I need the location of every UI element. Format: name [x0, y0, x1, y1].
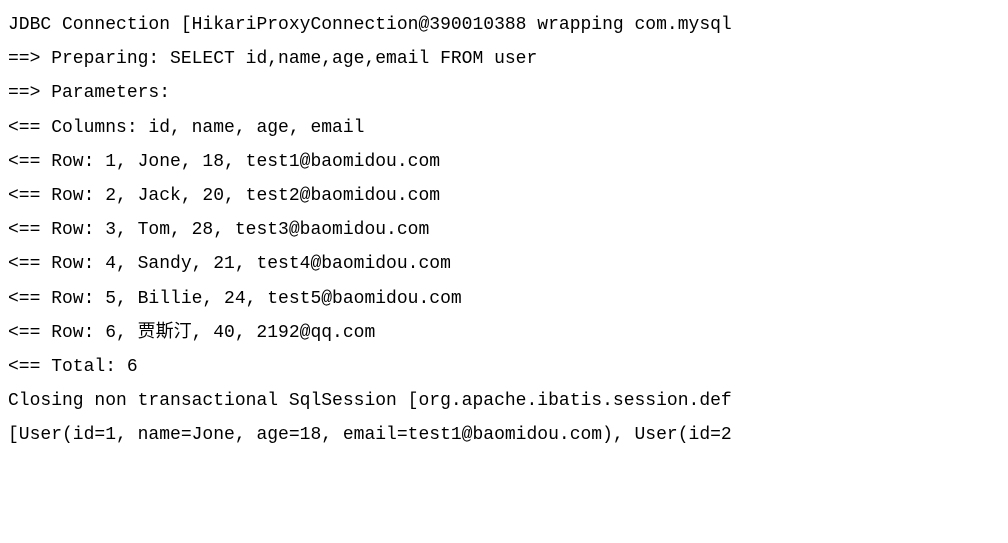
log-row-line: <== Row: 5, Billie, 24, test5@baomidou.c… — [8, 282, 1008, 316]
log-connection-line: JDBC Connection [HikariProxyConnection@3… — [8, 8, 1008, 42]
log-row-line: <== Row: 2, Jack, 20, test2@baomidou.com — [8, 179, 1008, 213]
log-closing-line: Closing non transactional SqlSession [or… — [8, 384, 1008, 418]
log-parameters-line: ==> Parameters: — [8, 76, 1008, 110]
log-preparing-line: ==> Preparing: SELECT id,name,age,email … — [8, 42, 1008, 76]
log-row-line: <== Row: 6, 贾斯汀, 40, 2192@qq.com — [8, 316, 1008, 350]
log-row-line: <== Row: 3, Tom, 28, test3@baomidou.com — [8, 213, 1008, 247]
log-row-line: <== Row: 4, Sandy, 21, test4@baomidou.co… — [8, 247, 1008, 281]
log-row-line: <== Row: 1, Jone, 18, test1@baomidou.com — [8, 145, 1008, 179]
log-userlist-line: [User(id=1, name=Jone, age=18, email=tes… — [8, 418, 1008, 452]
log-total-line: <== Total: 6 — [8, 350, 1008, 384]
log-columns-line: <== Columns: id, name, age, email — [8, 111, 1008, 145]
